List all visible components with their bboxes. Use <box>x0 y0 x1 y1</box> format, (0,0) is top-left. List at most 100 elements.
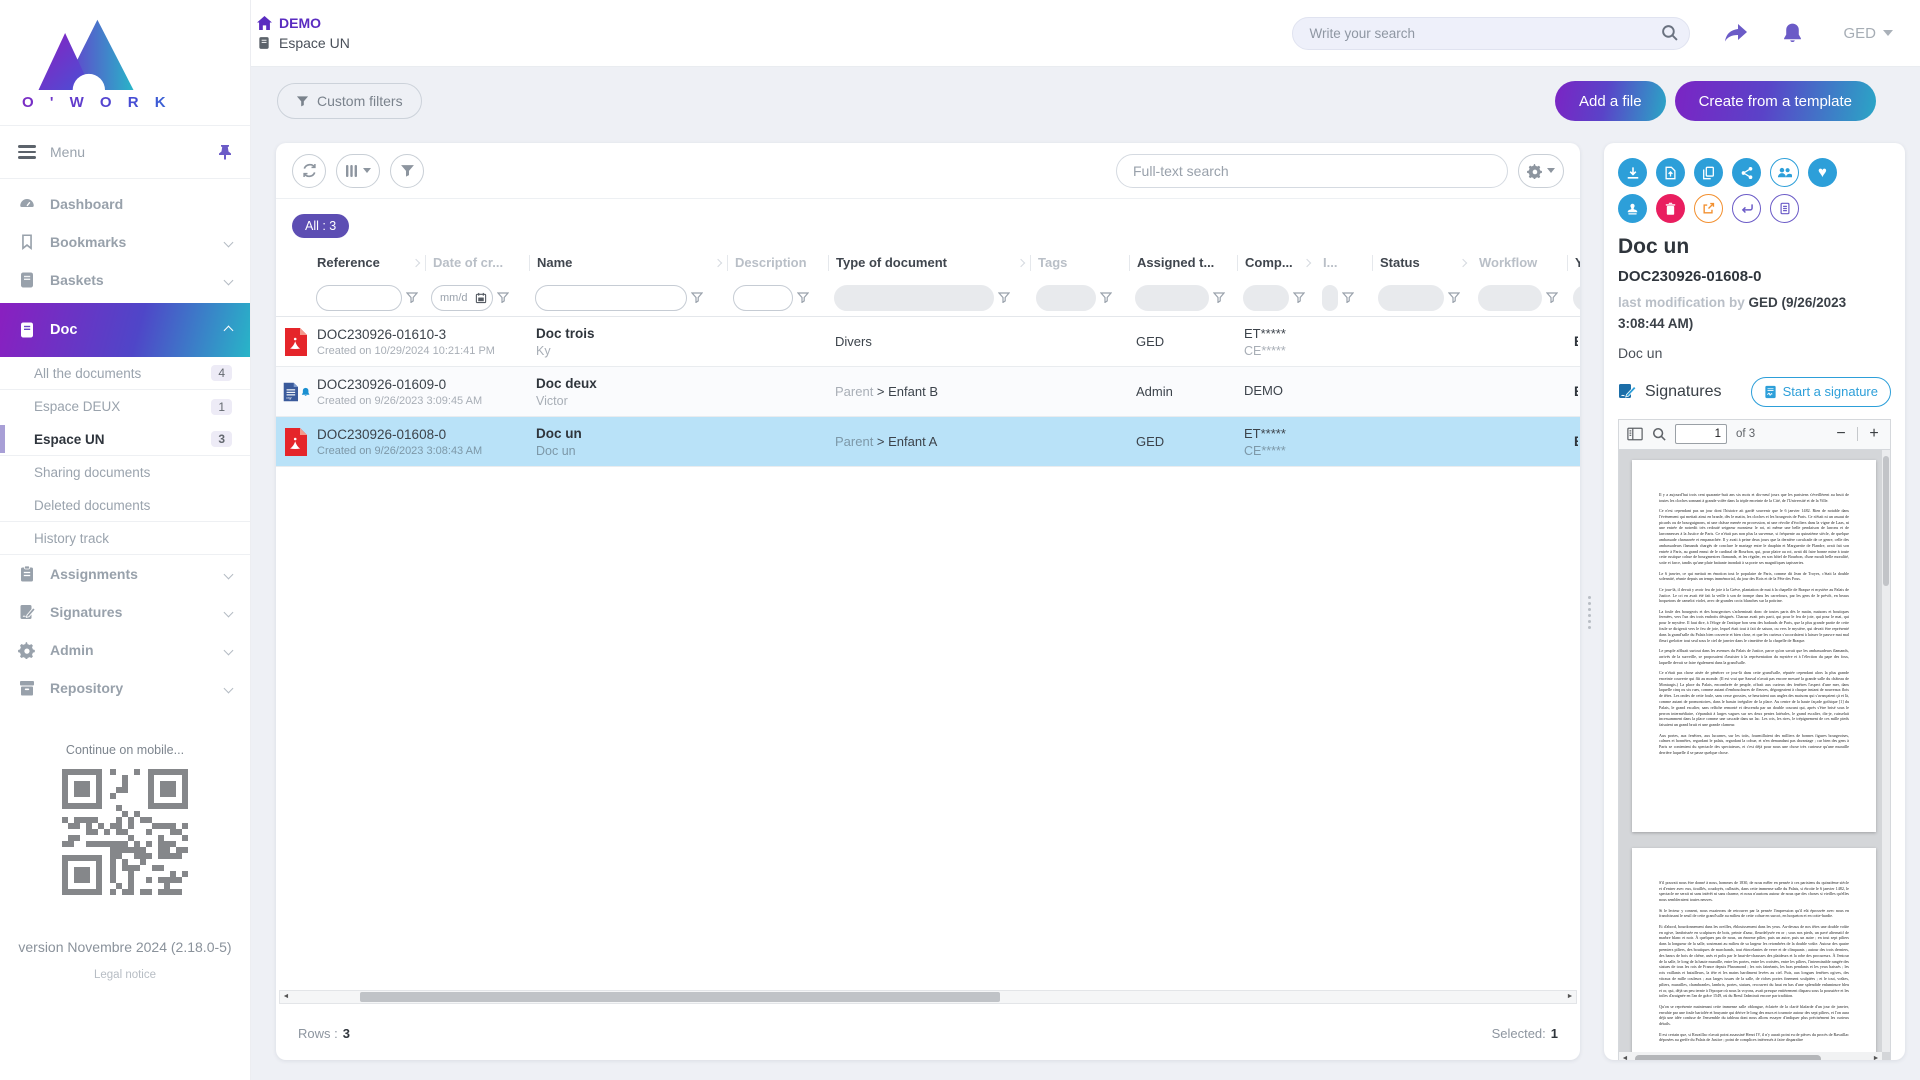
sidebar-item-espace-un[interactable]: Espace UN 3 <box>0 423 250 456</box>
all-count-chip[interactable]: All : 3 <box>292 214 349 238</box>
column-header-y[interactable]: Y <box>1567 255 1580 271</box>
filter-icon[interactable] <box>497 292 509 303</box>
return-button[interactable] <box>1732 194 1761 223</box>
column-header-name[interactable]: Name <box>529 255 727 271</box>
chevron-down-icon <box>363 168 371 173</box>
sidebar-item-repository[interactable]: Repository <box>0 669 250 707</box>
sidebar-item-all-documents[interactable]: All the documents 4 <box>0 357 250 390</box>
legal-notice-link[interactable]: Legal notice <box>0 969 250 981</box>
share-icon[interactable] <box>1724 23 1748 43</box>
pdf-vertical-scrollbar[interactable] <box>1882 450 1890 1052</box>
column-header-tags[interactable]: Tags <box>1030 255 1129 271</box>
column-header-date[interactable]: Date of cr... <box>425 255 529 271</box>
pdf-search-icon[interactable] <box>1652 427 1666 441</box>
zoom-in-button[interactable]: + <box>1866 426 1882 442</box>
sidebar-item-admin[interactable]: Admin <box>0 631 250 669</box>
download-button[interactable] <box>1618 158 1647 187</box>
pin-icon[interactable] <box>218 144 232 160</box>
column-header-type[interactable]: Type of document <box>828 255 1030 271</box>
hamburger-icon[interactable] <box>18 145 36 158</box>
sidebar-item-deleted-documents[interactable]: Deleted documents <box>0 489 250 522</box>
panel-resize-handle[interactable] <box>1588 596 1591 629</box>
table-horizontal-scrollbar[interactable]: ◄ ► <box>279 990 1577 1004</box>
table-settings-button[interactable] <box>1518 154 1564 188</box>
user-menu[interactable]: GED <box>1843 25 1893 42</box>
custom-filters-button[interactable]: Custom filters <box>277 83 422 119</box>
sidebar-item-sharing-documents[interactable]: Sharing documents <box>0 456 250 489</box>
filter-icon[interactable] <box>797 292 809 303</box>
column-header-status[interactable]: Status <box>1372 255 1472 271</box>
delete-button[interactable] <box>1656 194 1685 223</box>
bell-icon[interactable] <box>1782 22 1803 44</box>
favorite-button[interactable]: ♥ <box>1808 158 1837 187</box>
scroll-left-icon[interactable]: ◄ <box>280 991 292 1003</box>
column-header-workflow[interactable]: Workflow <box>1472 255 1567 271</box>
table-row[interactable]: =w DOC230926-01609-0 Created on 9/26/202… <box>276 367 1580 417</box>
stamp-button[interactable] <box>1618 194 1647 223</box>
columns-button[interactable] <box>336 154 380 188</box>
sidebar-item-signatures[interactable]: Signatures <box>0 593 250 631</box>
column-header-description[interactable]: Description <box>727 255 828 271</box>
add-file-button[interactable]: Add a file <box>1555 81 1666 121</box>
sidebar-item-espace-deux[interactable]: Espace DEUX 1 <box>0 390 250 423</box>
row-type: Parent > Enfant B <box>828 384 1030 399</box>
row-name-sub: Victor <box>536 394 727 408</box>
table-row-selected[interactable]: DOC230926-01608-0 Created on 9/26/2023 3… <box>276 417 1580 467</box>
filter-icon[interactable] <box>406 292 418 303</box>
column-header-assigned[interactable]: Assigned t... <box>1129 255 1237 271</box>
filter-name-input[interactable] <box>535 285 687 311</box>
share-button[interactable] <box>1732 158 1761 187</box>
properties-button[interactable] <box>1770 194 1799 223</box>
breadcrumb-root-label: DEMO <box>279 15 321 31</box>
filter-icon[interactable] <box>1293 292 1305 303</box>
table-filter-button[interactable] <box>390 154 424 188</box>
pdf-horizontal-scrollbar[interactable]: ◄ ► <box>1619 1052 1882 1060</box>
column-header-company[interactable]: Comp... <box>1237 255 1316 271</box>
breadcrumb-root[interactable]: DEMO <box>257 15 350 31</box>
open-external-button[interactable] <box>1694 194 1723 223</box>
filter-icon[interactable] <box>1213 292 1225 303</box>
scrollbar-thumb[interactable] <box>360 992 1000 1002</box>
zoom-out-button[interactable]: − <box>1833 426 1849 442</box>
filter-icon[interactable] <box>1342 292 1354 303</box>
filter-reference-input[interactable] <box>316 285 402 311</box>
row-reference: DOC230926-01609-0 <box>317 377 529 392</box>
filter-icon[interactable] <box>998 292 1010 303</box>
column-header-reference[interactable]: Reference <box>310 255 425 271</box>
sidebar-item-baskets[interactable]: Baskets <box>0 261 250 299</box>
scrollbar-thumb[interactable] <box>1635 1055 1821 1060</box>
last-modification: last modification by GED (9/26/2023 3:08… <box>1618 293 1891 335</box>
refresh-button[interactable] <box>292 154 326 188</box>
column-header-i[interactable]: I... <box>1316 255 1372 271</box>
sidebar-item-doc[interactable]: Doc <box>0 303 250 357</box>
table-row[interactable]: DOC230926-01610-3 Created on 10/29/2024 … <box>276 317 1580 367</box>
pdf-canvas-area[interactable]: Il y a aujourd'hui trois cent quarante-h… <box>1619 450 1890 1060</box>
users-button[interactable] <box>1770 158 1799 187</box>
filter-description-input[interactable] <box>733 285 793 311</box>
brand-wordmark: O ' W O R K <box>22 94 250 111</box>
sidebar-item-dashboard[interactable]: Dashboard <box>0 185 250 223</box>
upload-version-button[interactable] <box>1656 158 1685 187</box>
scroll-right-icon[interactable]: ► <box>1870 1053 1882 1060</box>
filter-icon[interactable] <box>1100 292 1112 303</box>
scroll-right-icon[interactable]: ► <box>1564 991 1576 1003</box>
fulltext-search-input[interactable] <box>1116 154 1508 188</box>
sidebar-toggle-icon[interactable] <box>1627 427 1643 441</box>
filter-icon[interactable] <box>1448 292 1460 303</box>
scroll-left-icon[interactable]: ◄ <box>1619 1053 1631 1060</box>
sidebar-item-history-track[interactable]: History track <box>0 522 250 555</box>
filter-date-input[interactable] <box>431 285 493 311</box>
filter-icon[interactable] <box>691 292 703 303</box>
global-search-input[interactable] <box>1292 17 1690 50</box>
search-icon[interactable] <box>1661 24 1678 41</box>
sidebar-item-bookmarks[interactable]: Bookmarks <box>0 223 250 261</box>
filter-icon[interactable] <box>1546 292 1558 303</box>
start-signature-button[interactable]: Start a signature <box>1751 377 1891 407</box>
scrollbar-thumb[interactable] <box>1883 456 1889 586</box>
sidebar-item-assignments[interactable]: Assignments <box>0 555 250 593</box>
baskets-icon <box>18 271 36 289</box>
page-number-input[interactable] <box>1675 424 1727 444</box>
pdf-page-1: Il y a aujourd'hui trois cent quarante-h… <box>1632 460 1876 832</box>
copy-button[interactable] <box>1694 158 1723 187</box>
create-from-template-button[interactable]: Create from a template <box>1675 81 1876 121</box>
